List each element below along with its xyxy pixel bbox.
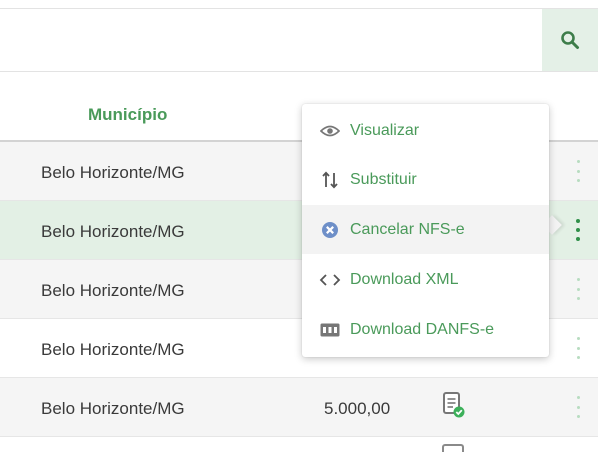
menu-item-substituir[interactable]: Substituir	[302, 155, 549, 204]
search-bar	[0, 8, 598, 73]
row-actions-button[interactable]	[571, 337, 585, 359]
city-cell: Belo Horizonte/MG	[41, 399, 185, 418]
column-header-municipio[interactable]: Município	[88, 105, 167, 125]
menu-item-visualizar[interactable]: Visualizar	[302, 106, 549, 155]
search-icon	[561, 31, 579, 49]
cancel-circle-icon	[318, 221, 342, 239]
row-actions-button[interactable]	[571, 219, 585, 241]
menu-item-label: Cancelar NFS-e	[350, 220, 465, 238]
row-actions-button[interactable]	[571, 160, 585, 182]
eye-icon	[318, 124, 342, 138]
code-icon	[318, 273, 342, 287]
row-actions-menu: Visualizar Substituir Cancelar NFS-e Dow…	[302, 104, 549, 357]
city-cell: Belo Horizonte/MG	[41, 222, 185, 241]
menu-item-label: Substituir	[350, 170, 417, 188]
table-row: Belo Horizonte/MG 5.000,00	[0, 378, 598, 437]
menu-item-label: Visualizar	[350, 121, 420, 139]
swap-arrows-icon	[318, 170, 342, 189]
document-icon	[442, 444, 464, 452]
search-button[interactable]	[542, 9, 598, 71]
row-actions-button[interactable]	[571, 278, 585, 300]
menu-item-label: Download DANFS-e	[350, 320, 495, 338]
pdf-icon	[318, 323, 342, 337]
document-approved-icon[interactable]	[442, 391, 466, 419]
menu-item-download-xml[interactable]: Download XML	[302, 255, 549, 304]
search-input[interactable]	[0, 9, 539, 73]
city-cell: Belo Horizonte/MG	[41, 163, 185, 182]
value-cell: 5.000,00	[324, 399, 391, 418]
city-cell: Belo Horizonte/MG	[41, 281, 185, 300]
city-cell: Belo Horizonte/MG	[41, 340, 185, 359]
menu-item-cancelar-nfse[interactable]: Cancelar NFS-e	[302, 205, 549, 254]
menu-item-download-danfse[interactable]: Download DANFS-e	[302, 305, 549, 354]
menu-item-label: Download XML	[350, 270, 459, 288]
row-actions-button[interactable]	[571, 396, 585, 418]
